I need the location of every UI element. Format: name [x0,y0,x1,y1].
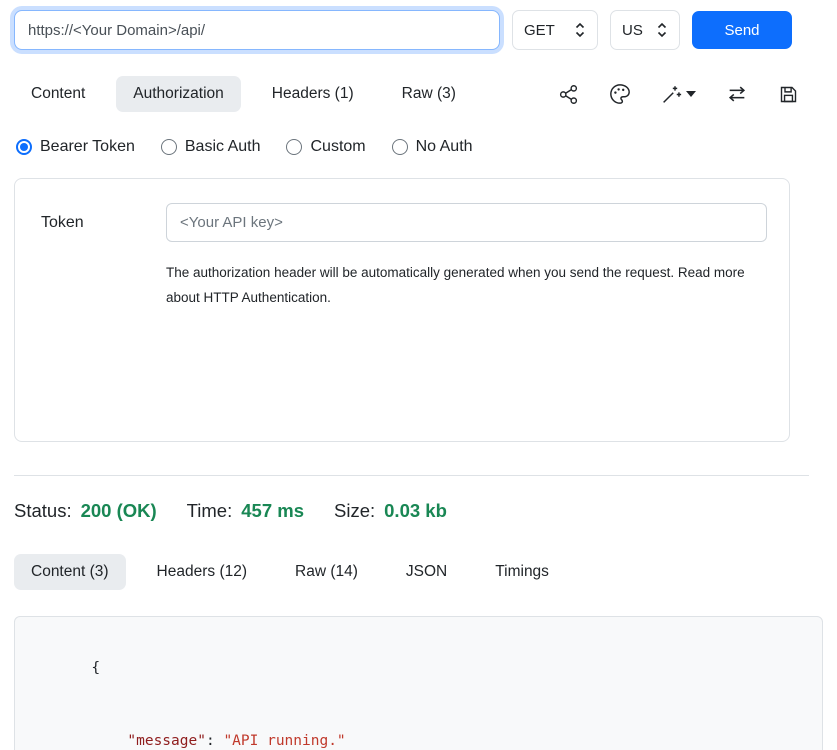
url-input[interactable] [14,10,500,50]
region-select-value: US [622,22,643,39]
time-value: 457 ms [241,500,304,522]
auth-option-no-auth[interactable]: No Auth [392,138,473,156]
magic-wand-dropdown-icon[interactable] [661,84,696,105]
swap-arrows-icon[interactable] [726,83,748,105]
resp-tab-headers[interactable]: Headers (12) [140,554,264,590]
token-label: Token [41,214,166,232]
response-status-row: Status: 200 (OK) Time: 457 ms Size: 0.03… [14,500,809,522]
json-string-value: "API running." [223,733,345,749]
tab-authorization[interactable]: Authorization [116,76,240,112]
radio-unchecked-icon [286,139,302,155]
auth-option-bearer-token[interactable]: Bearer Token [16,138,135,156]
share-icon[interactable] [558,84,579,105]
size-value: 0.03 kb [384,500,447,522]
size-label: Size: [334,500,375,522]
code-line: { [39,631,798,705]
method-select[interactable]: GET [512,10,598,50]
json-colon: : [206,733,223,749]
response-tabs-row: Content (3) Headers (12) Raw (14) JSON T… [14,554,809,590]
updown-chevron-icon [656,22,668,38]
region-select[interactable]: US [610,10,680,50]
updown-chevron-icon [574,22,586,38]
save-icon[interactable] [778,84,799,105]
token-help-line1: The authorization header will be automat… [166,260,767,285]
json-key: "message" [127,733,206,749]
auth-option-custom[interactable]: Custom [286,138,365,156]
radio-label: No Auth [416,138,473,156]
method-select-value: GET [524,22,555,39]
send-button[interactable]: Send [692,11,792,49]
resp-tab-raw[interactable]: Raw (14) [278,554,375,590]
time-label: Time: [187,500,233,522]
response-body: { "message": "API running." } [14,616,823,750]
radio-checked-icon [16,139,32,155]
auth-type-options: Bearer Token Basic Auth Custom No Auth [14,138,809,156]
radio-unchecked-icon [392,139,408,155]
status-value: 200 (OK) [81,500,157,522]
token-panel: Token The authorization header will be a… [14,178,790,442]
request-bar: GET US Send [14,10,809,50]
tab-raw[interactable]: Raw (3) [385,76,473,112]
json-open-brace: { [91,660,100,676]
token-help-text: The authorization header will be automat… [166,260,767,310]
api-tester-page: GET US Send Content Authorization Header… [0,0,823,750]
radio-unchecked-icon [161,139,177,155]
radio-label: Basic Auth [185,138,261,156]
token-help-line2: about HTTP Authentication. [166,285,767,310]
resp-tab-json[interactable]: JSON [389,554,464,590]
resp-tab-content[interactable]: Content (3) [14,554,126,590]
status-label: Status: [14,500,72,522]
section-divider [14,475,809,476]
palette-icon[interactable] [609,83,631,105]
code-line: "message": "API running." [39,705,798,750]
resp-tab-timings[interactable]: Timings [478,554,566,590]
radio-label: Custom [310,138,365,156]
tab-content[interactable]: Content [14,76,102,112]
tab-headers[interactable]: Headers (1) [255,76,371,112]
request-tabs-row: Content Authorization Headers (1) Raw (3… [14,76,809,112]
token-input[interactable] [166,203,767,242]
request-toolbar [558,83,809,105]
auth-option-basic-auth[interactable]: Basic Auth [161,138,261,156]
radio-label: Bearer Token [40,138,135,156]
